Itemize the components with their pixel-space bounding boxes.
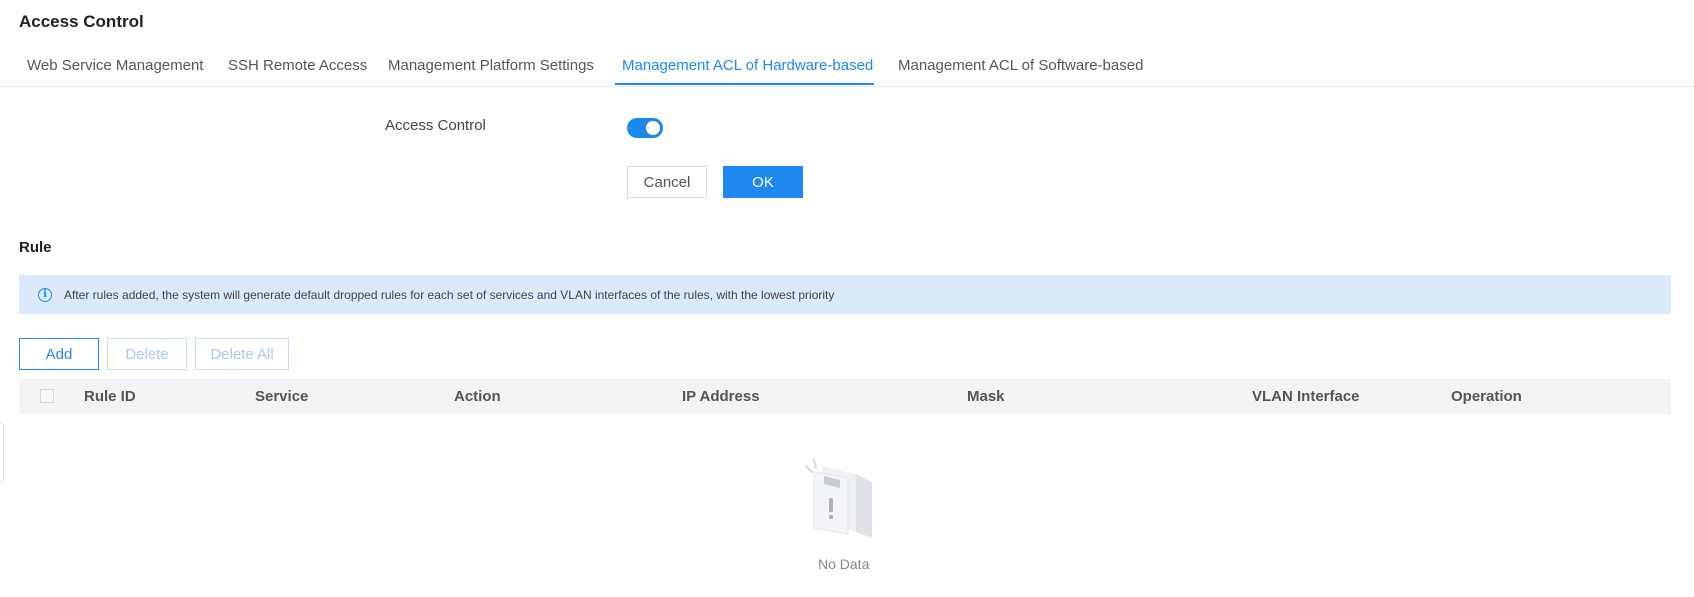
column-action: Action	[454, 388, 501, 405]
ok-button[interactable]: OK	[723, 166, 803, 198]
rule-section-title: Rule	[19, 239, 52, 256]
toggle-knob	[646, 121, 660, 135]
page-title: Access Control	[19, 12, 144, 31]
delete-all-button[interactable]: Delete All	[195, 338, 289, 370]
cancel-button[interactable]: Cancel	[627, 166, 707, 198]
column-rule-id: Rule ID	[84, 388, 136, 405]
info-banner-text: After rules added, the system will gener…	[64, 287, 835, 302]
tab-web-service-management[interactable]: Web Service Management	[27, 57, 203, 74]
tab-bar: Web Service Management SSH Remote Access…	[0, 50, 1694, 87]
active-tab-indicator	[615, 83, 874, 85]
empty-state-text: No Data	[818, 556, 870, 572]
tab-management-acl-hardware[interactable]: Management ACL of Hardware-based	[622, 57, 873, 74]
column-operation: Operation	[1451, 388, 1522, 405]
column-service: Service	[255, 388, 309, 405]
info-banner: i After rules added, the system will gen…	[19, 275, 1671, 314]
tab-management-acl-software[interactable]: Management ACL of Software-based	[898, 57, 1143, 74]
column-mask: Mask	[967, 388, 1005, 405]
empty-box-icon	[805, 459, 872, 538]
access-control-label: Access Control	[385, 117, 486, 134]
tab-management-platform-settings[interactable]: Management Platform Settings	[388, 57, 594, 74]
select-all-checkbox[interactable]	[40, 389, 54, 403]
add-rule-button[interactable]: Add	[19, 338, 99, 370]
column-vlan-interface: VLAN Interface	[1252, 388, 1360, 405]
info-circle-icon: i	[38, 287, 52, 302]
tab-ssh-remote-access[interactable]: SSH Remote Access	[228, 57, 367, 74]
column-ip-address: IP Address	[682, 388, 760, 405]
side-drawer-handle[interactable]	[0, 423, 4, 483]
rule-table-header: Rule ID Service Action IP Address Mask V…	[19, 379, 1671, 414]
access-control-toggle[interactable]	[627, 118, 663, 138]
delete-rule-button[interactable]: Delete	[107, 338, 187, 370]
